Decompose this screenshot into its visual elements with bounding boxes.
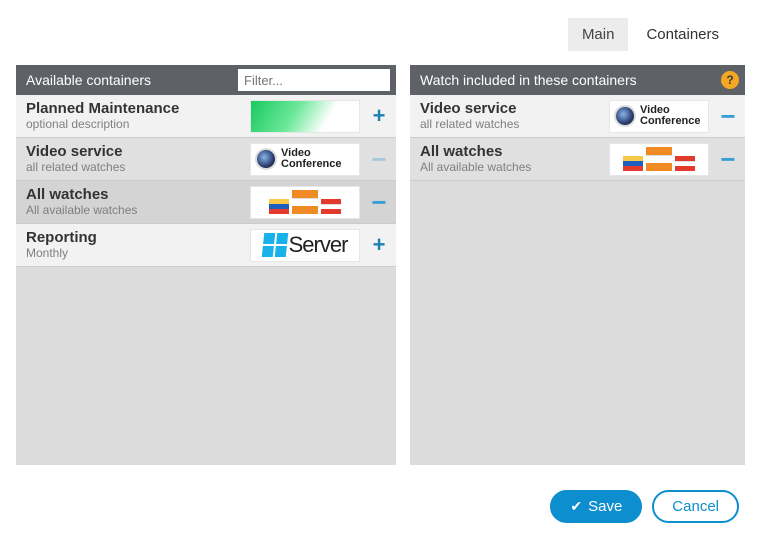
tab-main[interactable]: Main: [568, 18, 629, 51]
row-subtitle: All available watches: [420, 161, 603, 174]
included-list: Video service all related watches VideoC…: [410, 95, 745, 465]
add-button[interactable]: +: [366, 229, 392, 262]
row-subtitle: all related watches: [26, 161, 244, 174]
row-text: Video service all related watches: [26, 144, 244, 174]
tab-containers[interactable]: Containers: [632, 18, 733, 51]
save-button[interactable]: ✔ Save: [550, 490, 642, 523]
row-subtitle: all related watches: [420, 118, 603, 131]
windows-icon: [261, 233, 288, 257]
available-containers-panel: Available containers Planned Maintenance…: [16, 65, 396, 465]
thumbnail-flags: [250, 186, 360, 219]
included-header: Watch included in these containers ?: [410, 65, 745, 95]
remove-button[interactable]: −: [366, 186, 392, 219]
row-subtitle: Monthly: [26, 247, 244, 260]
thumbnail-video-conference: VideoConference: [250, 143, 360, 176]
footer: ✔ Save Cancel: [550, 490, 739, 523]
add-button[interactable]: +: [366, 100, 392, 133]
available-list: Planned Maintenance optional description…: [16, 95, 396, 465]
thumbnail-green: [250, 100, 360, 133]
cancel-label: Cancel: [672, 498, 719, 515]
thumb-text: VideoConference: [281, 148, 342, 170]
thumb-text: VideoConference: [640, 105, 701, 127]
row-title: Planned Maintenance: [26, 101, 244, 118]
cancel-button[interactable]: Cancel: [652, 490, 739, 523]
thumbnail-server: Server: [250, 229, 360, 262]
included-containers-panel: Watch included in these containers ? Vid…: [410, 65, 745, 465]
row-title: All watches: [420, 144, 603, 161]
webcam-icon: [614, 105, 636, 127]
row-title: Video service: [26, 144, 244, 161]
row-text: Video service all related watches: [420, 101, 603, 131]
row-subtitle: optional description: [26, 118, 244, 131]
row-title: Reporting: [26, 230, 244, 247]
available-row-all-watches: All watches All available watches −: [16, 181, 396, 224]
panels: Available containers Planned Maintenance…: [0, 51, 761, 465]
row-text: Planned Maintenance optional description: [26, 101, 244, 131]
available-header: Available containers: [16, 65, 396, 95]
available-row-reporting: Reporting Monthly Server +: [16, 224, 396, 267]
available-row-planned-maintenance: Planned Maintenance optional description…: [16, 95, 396, 138]
help-icon[interactable]: ?: [721, 71, 739, 89]
tab-bar: Main Containers: [0, 0, 761, 51]
row-subtitle: All available watches: [26, 204, 244, 217]
remove-button[interactable]: −: [715, 143, 741, 176]
row-text: Reporting Monthly: [26, 230, 244, 260]
row-title: Video service: [420, 101, 603, 118]
included-row-video-service: Video service all related watches VideoC…: [410, 95, 745, 138]
available-title: Available containers: [26, 72, 230, 88]
thumb-text: Server: [289, 232, 348, 258]
available-row-video-service: Video service all related watches VideoC…: [16, 138, 396, 181]
save-label: Save: [588, 498, 622, 515]
row-text: All watches All available watches: [26, 187, 244, 217]
row-text: All watches All available watches: [420, 144, 603, 174]
filter-input[interactable]: [238, 69, 390, 91]
webcam-icon: [255, 148, 277, 170]
included-row-all-watches: All watches All available watches −: [410, 138, 745, 181]
remove-button[interactable]: −: [715, 100, 741, 133]
remove-button[interactable]: −: [366, 143, 392, 176]
check-icon: ✔: [570, 498, 582, 515]
included-title: Watch included in these containers: [420, 72, 713, 88]
thumbnail-flags: [609, 143, 709, 176]
thumbnail-video-conference: VideoConference: [609, 100, 709, 133]
row-title: All watches: [26, 187, 244, 204]
